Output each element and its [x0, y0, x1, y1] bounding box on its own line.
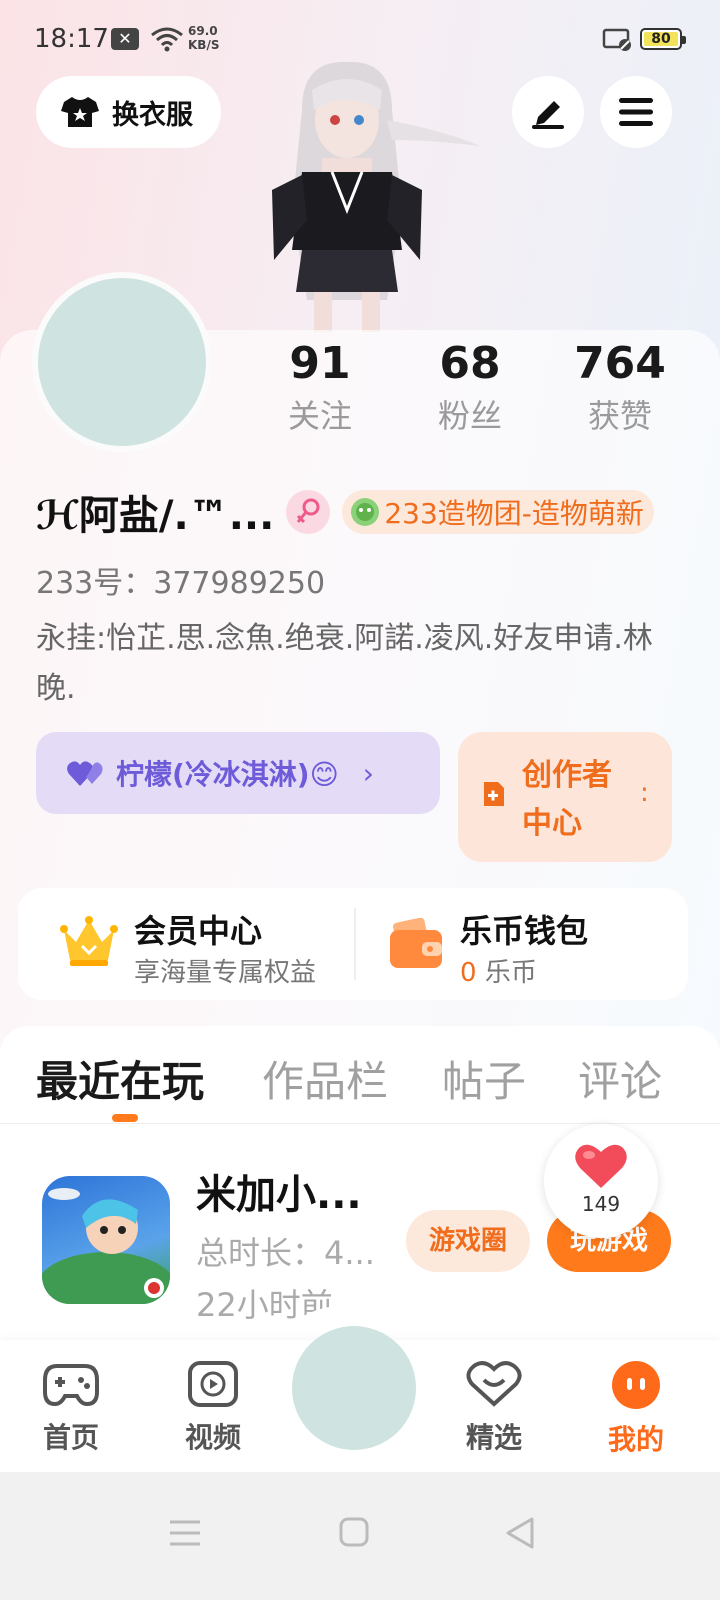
change-outfit-label: 换衣服 — [112, 99, 193, 131]
following-count: 91 — [289, 338, 351, 389]
nav-video[interactable]: 视频 — [163, 1360, 263, 1456]
fan-club-button[interactable]: 柠檬(冷冰淇淋)😊 › — [36, 732, 440, 814]
creator-center-extra: : — [640, 778, 649, 808]
stat-likes[interactable]: 764 获赞 — [550, 336, 690, 440]
notification-icon: ✕ — [111, 28, 139, 50]
profile-tabs: 最近在玩 作品栏 帖子 评论 — [0, 1026, 720, 1124]
tab-comments[interactable]: 评论 — [578, 1048, 662, 1109]
divider — [354, 908, 356, 980]
game-icon[interactable] — [42, 1176, 170, 1304]
followers-count: 68 — [439, 338, 501, 389]
double-heart-icon — [67, 761, 103, 786]
like-count: 149 — [581, 1192, 621, 1216]
female-icon — [286, 490, 331, 534]
name-row: ℋ阿盐/.™... 233造物团-造物萌新 — [36, 484, 696, 540]
group-tag-label: 233造物团-造物萌新 — [384, 497, 644, 530]
tab-recently-played[interactable]: 最近在玩 — [36, 1048, 204, 1109]
like-float-button[interactable]: 149 — [544, 1124, 658, 1238]
profile-stats: 91 关注 68 粉丝 764 获赞 — [270, 336, 700, 446]
face-icon — [612, 1361, 660, 1409]
game-duration: 总时长：4... — [196, 1234, 375, 1272]
username: ℋ阿盐/.™... — [36, 493, 275, 539]
menu-button[interactable] — [600, 76, 672, 148]
avatar-character-image[interactable] — [262, 60, 492, 332]
fan-club-label: 柠檬(冷冰淇淋)😊 — [116, 758, 339, 791]
nav-featured-label: 精选 — [465, 1421, 522, 1454]
likes-count: 764 — [574, 338, 666, 389]
bio: 永挂:怡芷.思.念魚.绝衰.阿諾.凌风.好友申请.林晚. — [36, 621, 653, 706]
game-title: 米加小... — [196, 1172, 362, 1218]
change-outfit-button[interactable]: 换衣服 — [36, 76, 221, 148]
nav-mine-label: 我的 — [607, 1423, 664, 1456]
group-tag[interactable]: 233造物团-造物萌新 — [342, 490, 654, 534]
wallet-title[interactable]: 乐币钱包 — [460, 906, 588, 952]
network-speed: 69.0 KB/S — [188, 24, 220, 52]
nav-home-label: 首页 — [42, 1421, 99, 1454]
recent-apps-icon[interactable] — [168, 1516, 202, 1550]
wallet-icon — [390, 918, 442, 968]
stat-following[interactable]: 91 关注 — [250, 336, 390, 440]
avatar[interactable] — [32, 272, 212, 452]
vip-wallet-card: 会员中心 享海量专属权益 乐币钱包 0 乐币 — [18, 888, 688, 1000]
system-nav-bar — [0, 1472, 720, 1600]
badge-icon — [351, 498, 380, 526]
tab-works[interactable]: 作品栏 — [262, 1048, 388, 1109]
active-tab-indicator — [112, 1114, 138, 1122]
stat-followers[interactable]: 68 粉丝 — [400, 336, 540, 440]
heart-chat-icon — [466, 1361, 522, 1407]
creator-center-label: 创作者中心 — [522, 758, 612, 841]
pencil-icon — [532, 101, 564, 129]
likes-label: 获赞 — [587, 397, 652, 435]
shirt-icon — [61, 97, 99, 127]
video-play-icon — [188, 1361, 238, 1407]
nav-featured[interactable]: 精选 — [444, 1360, 544, 1456]
game-circle-button[interactable]: 游戏圈 — [406, 1210, 530, 1272]
wallet-balance: 0 乐币 — [460, 958, 537, 988]
nav-home[interactable]: 首页 — [21, 1360, 121, 1456]
battery-icon: 80 — [640, 28, 686, 50]
chevron-right-icon: › — [362, 756, 374, 790]
status-time: 18:17 — [34, 24, 109, 54]
gamepad-icon — [43, 1364, 99, 1407]
edit-profile-button[interactable] — [512, 76, 584, 148]
nav-center-avatar[interactable] — [292, 1326, 416, 1450]
nav-mine[interactable]: 我的 — [586, 1360, 686, 1458]
vip-center-title[interactable]: 会员中心 — [134, 906, 262, 952]
crown-icon — [60, 916, 118, 966]
battery-level: 80 — [644, 32, 678, 46]
vip-center-subtitle: 享海量专属权益 — [134, 958, 317, 988]
following-label: 关注 — [287, 397, 352, 435]
nav-video-label: 视频 — [184, 1421, 241, 1454]
screen-cast-icon — [602, 28, 631, 51]
creator-icon — [484, 782, 504, 806]
hamburger-menu-icon — [619, 98, 653, 126]
wifi-icon — [151, 27, 183, 52]
creator-center-button[interactable]: 创作者中心 : — [458, 732, 672, 862]
tab-posts[interactable]: 帖子 — [442, 1048, 526, 1109]
followers-label: 粉丝 — [437, 397, 502, 435]
heart-icon — [575, 1144, 627, 1188]
back-icon[interactable] — [504, 1516, 536, 1550]
user-id[interactable]: 233号：377989250 — [36, 558, 325, 602]
home-icon[interactable] — [338, 1516, 370, 1548]
